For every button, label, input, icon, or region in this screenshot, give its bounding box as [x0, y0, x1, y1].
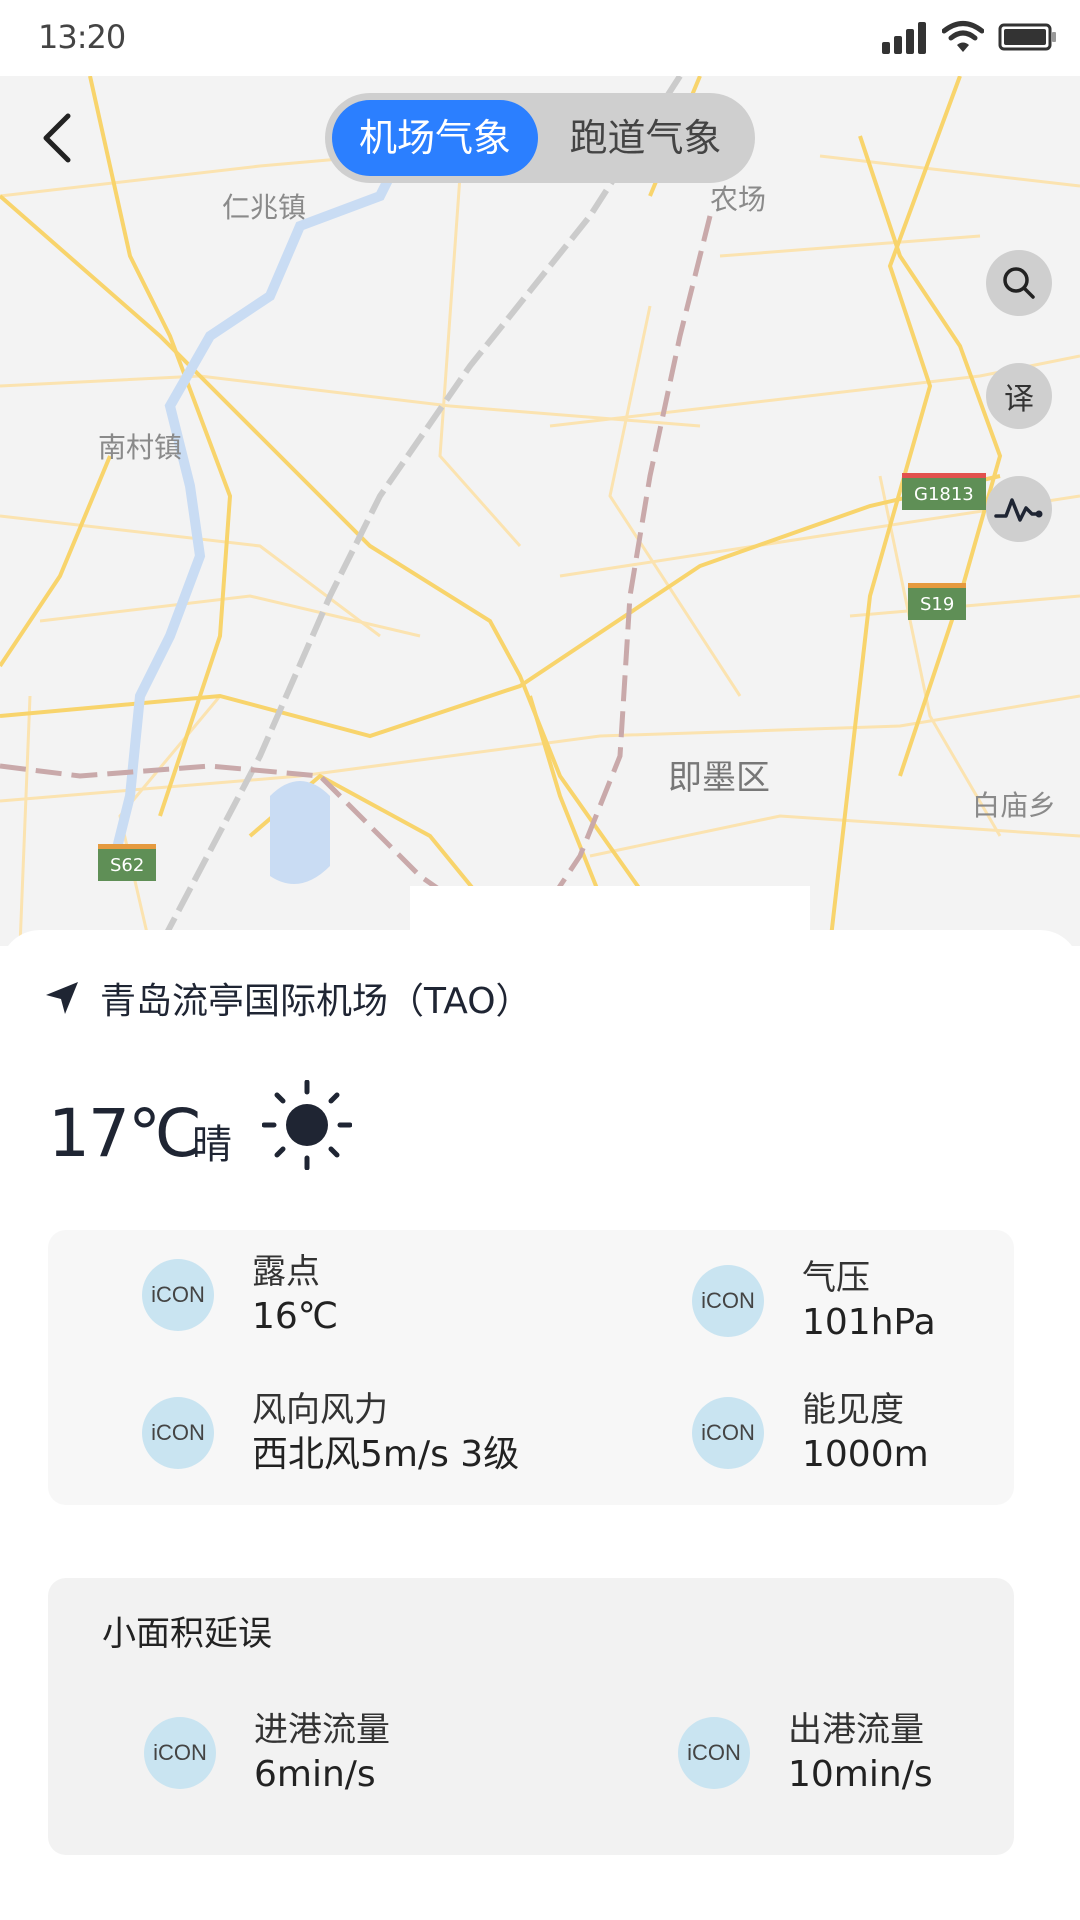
dew-point-icon: iCON: [142, 1259, 214, 1331]
road-shield-s19: S19: [908, 583, 967, 620]
visibility-value: 1000m: [802, 1434, 929, 1475]
delay-status: 小面积延误: [102, 1614, 272, 1654]
arrival-flow-item: iCON 进港流量 6min/s: [144, 1708, 390, 1798]
departure-flow-label: 出港流量: [788, 1710, 924, 1750]
status-time: 13:20: [38, 18, 126, 56]
tab-runway-weather[interactable]: 跑道气象: [543, 100, 748, 176]
weather-info-panel: 青岛流亭国际机场（TAO） 17℃ 晴 iCON 露点 16℃ iCON 气压 …: [0, 930, 1080, 1920]
back-button[interactable]: [36, 110, 76, 166]
pressure-icon: iCON: [692, 1265, 764, 1337]
search-icon: [1003, 267, 1035, 299]
visibility-icon: iCON: [692, 1397, 764, 1469]
departure-flow-value: 10min/s: [788, 1754, 933, 1795]
dew-point-label: 露点: [252, 1252, 320, 1292]
pressure-label: 气压: [802, 1258, 870, 1298]
map-label-jimo: 即墨区: [668, 758, 770, 798]
location-arrow-icon: [46, 982, 78, 1014]
weather-condition: 晴: [192, 1122, 232, 1168]
weather-metrics-card: iCON 露点 16℃ iCON 气压 101hPa iCON 风向风力 西北风…: [48, 1230, 1014, 1505]
departure-flow-icon: iCON: [678, 1717, 750, 1789]
road-shield-g1813: G1813: [902, 473, 986, 510]
chart-button[interactable]: [986, 476, 1052, 542]
map-label-baimiao: 白庙乡: [972, 789, 1057, 822]
arrival-flow-label: 进港流量: [254, 1710, 390, 1750]
map-label-nancun: 南村镇: [98, 431, 183, 464]
map-label-renzhao: 仁兆镇: [222, 191, 307, 224]
temperature: 17℃: [48, 1095, 202, 1172]
delay-card[interactable]: 小面积延误 iCON 进港流量 6min/s iCON 出港流量 10min/s: [48, 1578, 1014, 1855]
battery-icon: [998, 23, 1056, 51]
departure-flow-item: iCON 出港流量 10min/s: [678, 1708, 933, 1798]
visibility-item: iCON 能见度 1000m: [692, 1388, 929, 1478]
visibility-label: 能见度: [802, 1390, 904, 1430]
status-bar: 13:20: [0, 0, 1080, 77]
signal-icon: [882, 22, 926, 54]
dew-point-item: iCON 露点 16℃: [142, 1250, 338, 1340]
pulse-chart-icon: [994, 498, 1043, 522]
road-shield-s62: S62: [98, 844, 157, 881]
weather-type-toggle: 机场气象 跑道气象: [325, 93, 755, 183]
search-button[interactable]: [986, 250, 1052, 316]
pressure-value: 101hPa: [802, 1302, 936, 1343]
wind-label: 风向风力: [252, 1390, 388, 1430]
map-label-nongchang: 农场: [710, 183, 767, 216]
wind-value: 西北风5m/s 3级: [252, 1434, 520, 1475]
airport-name: 青岛流亭国际机场（TAO）: [100, 981, 532, 1022]
arrival-flow-icon: iCON: [144, 1717, 216, 1789]
wind-icon: iCON: [142, 1397, 214, 1469]
map-view[interactable]: 仁兆镇 农场 南村镇 即墨区 白庙乡 G1813 S19 S62: [0, 76, 1080, 946]
wifi-icon: [942, 21, 984, 52]
wind-item: iCON 风向风力 西北风5m/s 3级: [142, 1388, 519, 1478]
pressure-item: iCON 气压 101hPa: [692, 1256, 936, 1346]
dew-point-value: 16℃: [252, 1296, 339, 1337]
airport-location[interactable]: 青岛流亭国际机场（TAO）: [44, 972, 532, 1024]
translate-button[interactable]: 译: [986, 363, 1052, 429]
sunny-icon: [262, 1080, 352, 1170]
tab-airport-weather[interactable]: 机场气象: [332, 100, 538, 176]
status-icons: [882, 20, 1058, 54]
arrival-flow-value: 6min/s: [254, 1754, 376, 1795]
translate-icon: 译: [1004, 382, 1034, 417]
